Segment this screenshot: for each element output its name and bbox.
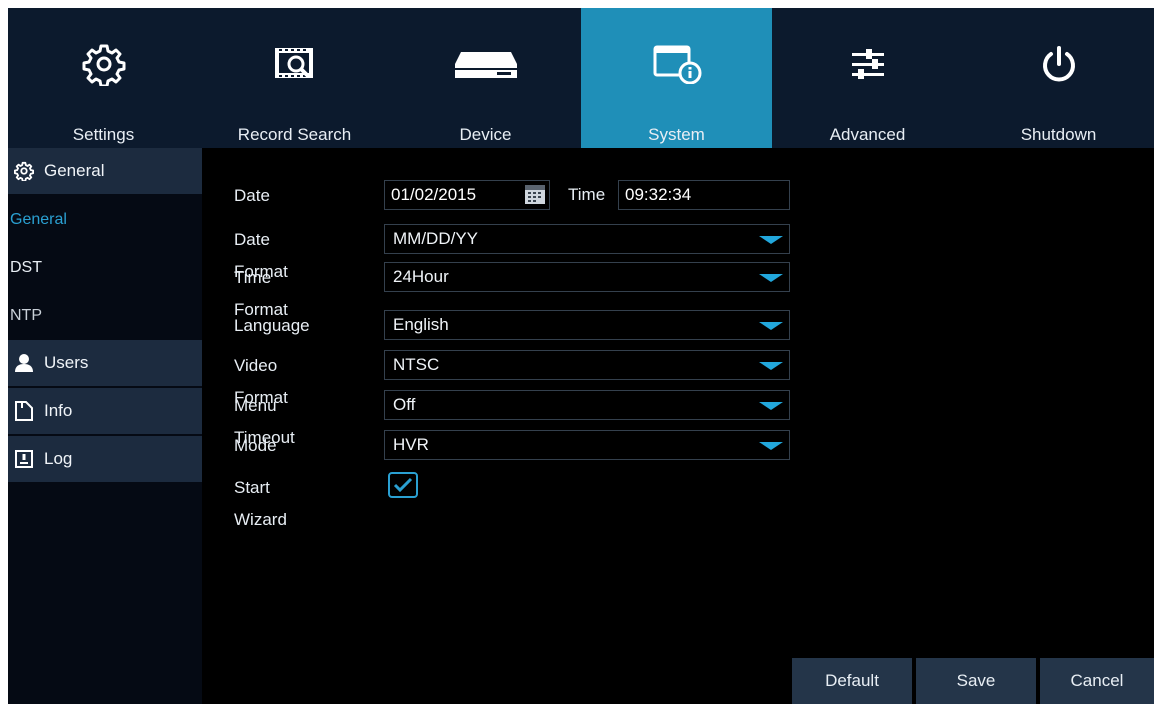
info-doc-icon: [14, 401, 34, 421]
gear-icon: [82, 42, 126, 86]
mode-label: Mode: [234, 436, 277, 455]
general-settings-panel: Date 01/02/2015 Time 09:32:34 Date Forma…: [202, 148, 1154, 704]
date-format-label: Date Format: [234, 230, 288, 281]
hard-drive-icon: [453, 42, 519, 86]
menu-timeout-label: Menu Timeout: [234, 396, 295, 447]
sliders-icon: [850, 42, 886, 86]
tab-label: Advanced: [829, 125, 906, 144]
sidebar-group-info[interactable]: Info: [8, 388, 202, 436]
start-wizard-label: Start Wizard: [234, 478, 287, 529]
tab-record-search[interactable]: Record Search: [199, 8, 390, 148]
tab-label: Device: [459, 125, 512, 144]
dvr-system-window: Settings Record Search Device System Adv…: [8, 8, 1154, 704]
time-format-value: 24Hour: [393, 267, 449, 286]
language-dropdown[interactable]: English: [384, 310, 790, 340]
dropdown-arrow-icon: [759, 362, 783, 370]
system-info-icon: [652, 42, 702, 86]
sidebar-group-label: General: [44, 161, 105, 180]
time-format-label: Time Format: [234, 268, 288, 319]
dropdown-arrow-icon: [759, 402, 783, 410]
sidebar-item-ntp[interactable]: NTP: [8, 292, 202, 340]
language-value: English: [393, 315, 449, 334]
sidebar-item-general[interactable]: General: [8, 196, 202, 244]
calendar-icon[interactable]: [524, 183, 546, 205]
dropdown-arrow-icon: [759, 442, 783, 450]
sidebar-group-label: Users: [44, 353, 89, 372]
video-format-dropdown[interactable]: NTSC: [384, 350, 790, 380]
time-format-dropdown[interactable]: 24Hour: [384, 262, 790, 292]
power-icon: [1039, 42, 1079, 86]
tab-settings[interactable]: Settings: [8, 8, 199, 148]
sidebar-group-general[interactable]: General: [8, 148, 202, 196]
log-icon: [14, 449, 34, 469]
menu-timeout-value: Off: [393, 395, 416, 414]
tab-label: Shutdown: [1020, 125, 1097, 144]
tab-advanced[interactable]: Advanced: [772, 8, 963, 148]
action-buttons: Default Save Cancel: [792, 658, 1154, 704]
dropdown-arrow-icon: [759, 322, 783, 330]
language-label: Language: [234, 316, 310, 335]
record-search-icon: [272, 42, 318, 86]
start-wizard-checkbox[interactable]: [388, 472, 418, 498]
gear-icon: [14, 161, 34, 181]
sidebar-item-dst[interactable]: DST: [8, 244, 202, 292]
sidebar: General General DST NTP Users Info Log: [8, 148, 202, 704]
menu-timeout-dropdown[interactable]: Off: [384, 390, 790, 420]
dropdown-arrow-icon: [759, 274, 783, 282]
tab-label: Settings: [72, 125, 135, 144]
tab-device[interactable]: Device: [390, 8, 581, 148]
dropdown-arrow-icon: [759, 236, 783, 244]
tab-label: Record Search: [237, 125, 352, 144]
sidebar-group-users[interactable]: Users: [8, 340, 202, 388]
date-format-value: MM/DD/YY: [393, 229, 478, 248]
video-format-value: NTSC: [393, 355, 440, 374]
tab-shutdown[interactable]: Shutdown: [963, 8, 1154, 148]
save-button[interactable]: Save: [916, 658, 1036, 704]
checkmark-icon: [393, 477, 413, 493]
tab-system[interactable]: System: [581, 8, 772, 148]
top-navigation: Settings Record Search Device System Adv…: [8, 8, 1154, 148]
sidebar-group-label: Log: [44, 449, 73, 468]
mode-dropdown[interactable]: HVR: [384, 430, 790, 460]
date-label: Date: [234, 186, 270, 205]
time-label: Time: [568, 185, 606, 204]
date-format-dropdown[interactable]: MM/DD/YY: [384, 224, 790, 254]
user-icon: [14, 353, 34, 373]
sidebar-group-label: Info: [44, 401, 73, 420]
time-field[interactable]: 09:32:34: [618, 180, 790, 210]
cancel-button[interactable]: Cancel: [1040, 658, 1154, 704]
sidebar-group-log[interactable]: Log: [8, 436, 202, 484]
video-format-label: Video Format: [234, 356, 288, 407]
mode-value: HVR: [393, 435, 429, 454]
tab-label: System: [648, 125, 705, 144]
default-button[interactable]: Default: [792, 658, 912, 704]
